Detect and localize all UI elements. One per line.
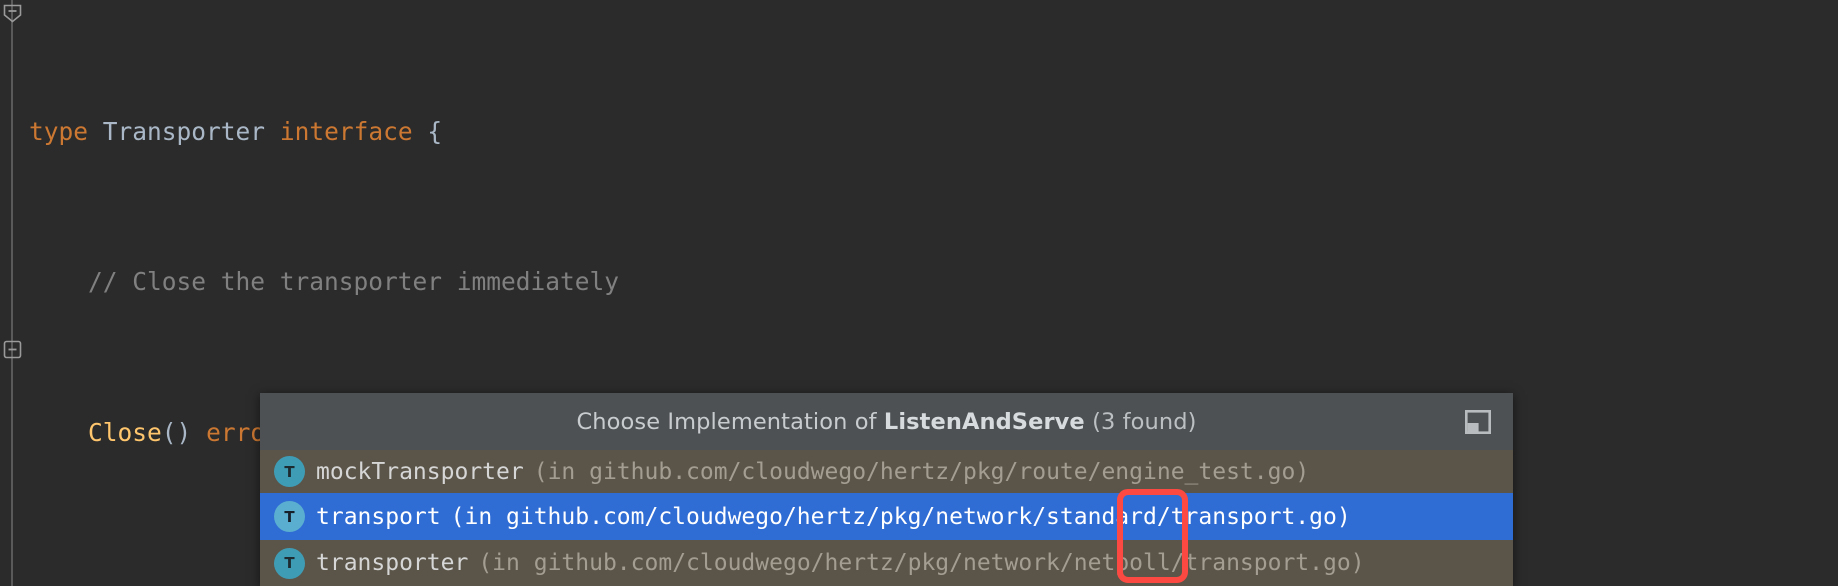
list-item[interactable]: T mockTransporter (in github.com/cloudwe… [260, 450, 1513, 493]
popup-title-count: (3 found) [1092, 408, 1197, 435]
list-item-location: (in github.com/cloudwego/hertz/pkg/netwo… [478, 550, 1365, 576]
interface-impl-icon: T [274, 456, 305, 487]
interface-impl-icon: T [274, 547, 305, 579]
editor-gutter[interactable] [0, 0, 26, 586]
fold-collapse-icon-bottom[interactable] [3, 340, 22, 359]
code-line-2[interactable]: // Close the transporter immediately [26, 263, 1838, 301]
implementation-list[interactable]: T mockTransporter (in github.com/cloudwe… [260, 450, 1513, 586]
interface-impl-icon: T [274, 501, 305, 532]
token-brace-open: { [427, 116, 443, 146]
list-item-location: (in github.com/cloudwego/hertz/pkg/route… [533, 458, 1310, 485]
fold-collapse-icon-top[interactable] [3, 4, 22, 23]
popup-header: Choose Implementation of ListenAndServe … [260, 393, 1513, 450]
list-item-location: (in github.com/cloudwego/hertz/pkg/netwo… [450, 503, 1351, 530]
popup-title-prefix: Choose Implementation of [576, 408, 877, 435]
choose-implementation-popup[interactable]: Choose Implementation of ListenAndServe … [260, 393, 1513, 586]
code-line-1[interactable]: type Transporter interface { [26, 113, 1838, 151]
preview-split-icon[interactable] [1464, 409, 1491, 434]
list-item-name: mockTransporter [316, 458, 524, 485]
popup-title: Choose Implementation of ListenAndServe … [577, 409, 1197, 435]
list-item-name: transport [316, 503, 441, 530]
list-item[interactable]: T transporter (in github.com/cloudwego/h… [260, 540, 1513, 586]
token-comment-close: // Close the transporter immediately [88, 267, 620, 297]
token-keyword-type: type [29, 116, 89, 146]
popup-title-symbol: ListenAndServe [883, 408, 1085, 435]
token-type-transporter: Transporter [102, 116, 266, 146]
list-item[interactable]: T transport (in github.com/cloudwego/her… [260, 493, 1513, 540]
token-keyword-interface: interface [279, 116, 413, 146]
screen: type Transporter interface { // Close th… [0, 0, 1838, 586]
token-parens: () [161, 417, 192, 447]
list-item-name: transporter [316, 550, 469, 576]
fold-region-line [11, 0, 13, 586]
token-fn-close: Close [88, 417, 162, 447]
